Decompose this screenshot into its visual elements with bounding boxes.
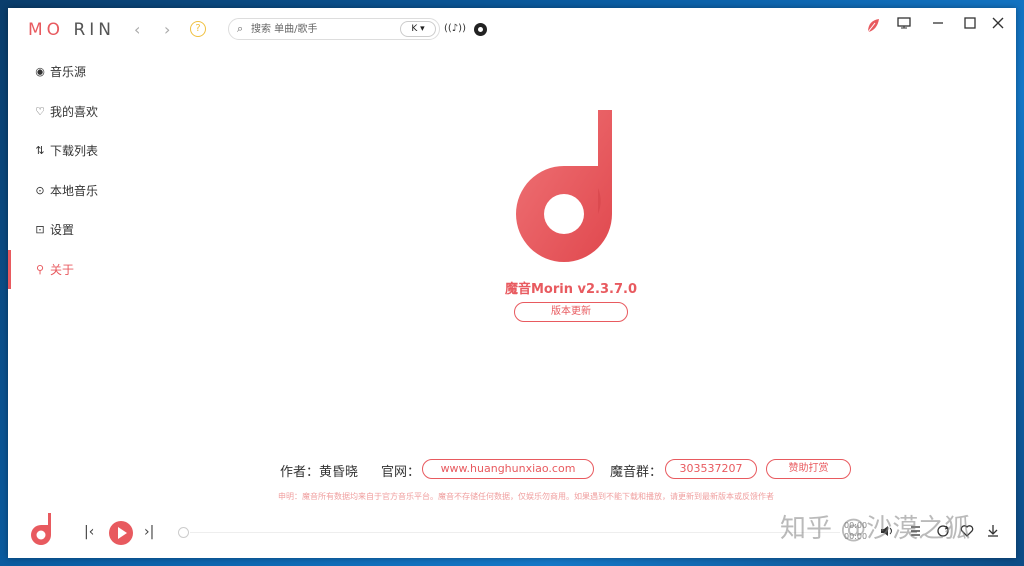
chevron-right-icon[interactable]: › (164, 20, 170, 39)
logo-part2: RIN (64, 20, 116, 40)
author-info-row: 作者：黄昏晓 官网： www.huanghunxiao.com 魔音群： 303… (8, 458, 1016, 480)
search-input[interactable] (251, 21, 391, 37)
play-circle-icon: ⊙ (35, 183, 45, 197)
download-icon[interactable] (986, 524, 1000, 542)
sidebar-item-settings[interactable]: ⊡ 设置 (8, 210, 128, 250)
group-number-button[interactable]: 303537207 (665, 459, 757, 479)
logo-part1: MO (28, 20, 65, 40)
sidebar-item-local-music[interactable]: ⊙ 本地音乐 (8, 171, 128, 211)
progress-bar[interactable] (190, 532, 840, 533)
donate-button[interactable]: 赞助打赏 (766, 459, 851, 479)
heart-icon: ♡ (35, 104, 45, 118)
music-source-icon: ◉ (35, 65, 45, 79)
sidebar-item-label: 设置 (50, 223, 75, 238)
sidebar-item-label: 关于 (50, 262, 75, 277)
app-logo: MO RIN (28, 20, 115, 40)
sidebar: ◉ 音乐源 ♡ 我的喜欢 ⇅ 下载列表 ⊙ 本地音乐 ⊡ 设置 ⚲ 关于 (8, 52, 128, 302)
author-label: 作者：黄昏晓 (280, 465, 359, 480)
morin-logo (514, 108, 626, 270)
previous-track-button[interactable]: |‹ (84, 524, 94, 540)
title-bar: MO RIN ‹ › ? ⌕ K ▾ ((♪)) (8, 8, 1016, 52)
download-icon: ⇅ (35, 144, 45, 158)
help-icon[interactable]: ? (190, 21, 206, 37)
version-text: 魔音Morin v2.3.7.0 (505, 282, 637, 297)
disc-icon[interactable] (474, 23, 487, 36)
site-label: 官网： (381, 465, 421, 480)
minimize-icon[interactable] (928, 16, 948, 36)
sidebar-item-downloads[interactable]: ⇅ 下载列表 (8, 131, 128, 171)
app-window: MO RIN ‹ › ? ⌕ K ▾ ((♪)) ◉ 音乐源 (8, 8, 1016, 558)
close-icon[interactable] (988, 16, 1008, 36)
player-logo (31, 513, 55, 547)
location-pin-icon: ⚲ (35, 262, 45, 276)
source-select[interactable]: K ▾ (400, 21, 436, 37)
progress-knob[interactable] (178, 527, 189, 538)
sidebar-item-music-source[interactable]: ◉ 音乐源 (8, 52, 128, 92)
group-label: 魔音群： (610, 465, 663, 480)
update-button[interactable]: 版本更新 (514, 302, 628, 322)
settings-icon: ⊡ (35, 223, 45, 237)
search-icon: ⌕ (237, 22, 244, 35)
leaf-icon[interactable] (866, 18, 880, 34)
next-track-button[interactable]: ›| (144, 524, 154, 540)
sidebar-item-about[interactable]: ⚲ 关于 (8, 249, 128, 290)
sidebar-item-label: 音乐源 (50, 65, 87, 80)
maximize-icon[interactable] (960, 16, 980, 36)
monitor-icon[interactable] (894, 16, 914, 36)
sidebar-item-label: 本地音乐 (50, 183, 99, 198)
radio-icon[interactable]: ((♪)) (442, 20, 468, 38)
zhihu-watermark: 知乎 @沙漠之狐 (780, 514, 971, 544)
play-button[interactable] (109, 521, 133, 545)
sidebar-item-label: 下载列表 (50, 144, 99, 159)
chevron-left-icon[interactable]: ‹ (134, 20, 140, 39)
disclaimer-text: 申明：魔音所有数据均来自于官方音乐平台。魔音不存储任何数据，仅娱乐勿商用。如果遇… (278, 492, 774, 501)
search-box[interactable]: ⌕ K ▾ (228, 18, 440, 40)
website-link[interactable]: www.huanghunxiao.com (422, 459, 594, 479)
sidebar-item-label: 我的喜欢 (50, 104, 99, 119)
sidebar-item-favorites[interactable]: ♡ 我的喜欢 (8, 92, 128, 132)
